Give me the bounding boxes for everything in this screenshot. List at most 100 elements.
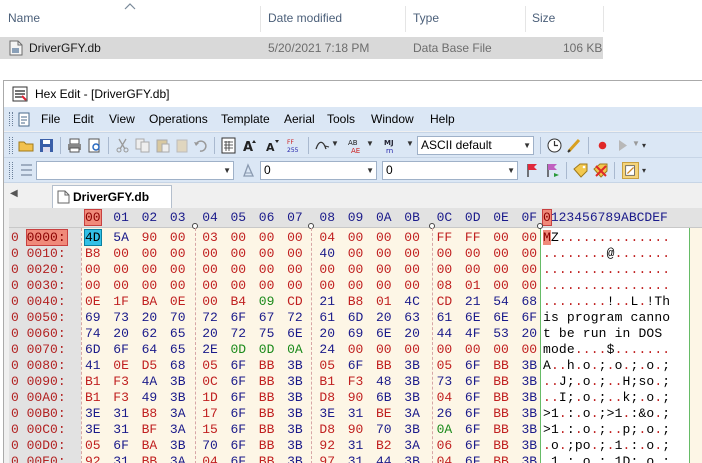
hex-byte[interactable]: 0A [437, 422, 453, 437]
dropdown-arrow-icon[interactable]: ▼ [331, 139, 339, 148]
hex-byte[interactable]: 6F [465, 422, 481, 437]
hex-byte[interactable]: 68 [522, 294, 538, 309]
hex-byte[interactable]: 24 [319, 342, 335, 357]
column-divider[interactable] [260, 6, 261, 32]
toolbar-grip[interactable] [9, 162, 13, 179]
dropdown-arrow-icon[interactable]: ▼ [406, 139, 414, 148]
sort-ascending-icon[interactable] [124, 2, 136, 10]
tab-scroll-left-icon[interactable]: ◀ [10, 188, 18, 199]
flag-icon[interactable] [524, 162, 541, 179]
hex-byte[interactable]: BB [493, 374, 509, 389]
hex-byte[interactable]: BE [376, 406, 392, 421]
copy-icon[interactable] [134, 137, 151, 154]
hex-byte[interactable]: 00 [522, 342, 538, 357]
hex-byte[interactable]: 0D [231, 342, 247, 357]
hex-editor-pane[interactable]: 00 01 02 03 04 05 06 07 08 09 0A 0B 0C 0D 0E 0F 01234567… [9, 208, 702, 463]
hex-byte[interactable]: 00 [142, 246, 158, 261]
hex-byte[interactable]: B8 [85, 246, 101, 261]
column-divider[interactable] [603, 6, 604, 32]
menu-template[interactable]: Template [221, 112, 270, 126]
ascii-text[interactable]: ........!..L.!Th [543, 294, 670, 309]
hex-byte[interactable]: 6B [376, 390, 392, 405]
hex-byte[interactable]: 0E [113, 358, 129, 373]
document-menu-icon[interactable] [17, 112, 32, 127]
hex-byte[interactable]: 20 [142, 310, 158, 325]
hex-byte[interactable]: B8 [348, 294, 364, 309]
column-date-modified[interactable]: Date modified [268, 11, 342, 25]
hex-byte[interactable]: 3A [170, 422, 186, 437]
hex-byte[interactable]: 03 [202, 230, 218, 245]
hex-byte[interactable]: 3B [522, 406, 538, 421]
hex-byte[interactable]: 00 [170, 230, 186, 245]
hex-byte[interactable]: 0D [259, 342, 275, 357]
hex-row[interactable]: 0 0060: 74 20 62 65 20 72 75 6E 20 69 6E 20 44 4F 53 20 t… [9, 326, 702, 342]
hex-byte[interactable]: 04 [319, 230, 335, 245]
hex-byte[interactable]: BB [493, 438, 509, 453]
hex-byte[interactable]: 40 [319, 246, 335, 261]
hex-byte[interactable]: 00 [404, 230, 420, 245]
file-row[interactable]: DriverGFY.db 5/20/2021 7:18 PM Data Base… [0, 37, 603, 59]
hex-byte[interactable]: 6D [85, 342, 101, 357]
hex-byte[interactable]: 00 [522, 278, 538, 293]
hex-byte[interactable]: 20 [376, 310, 392, 325]
hex-row[interactable]: 0 0050: 69 73 20 70 72 6F 67 72 61 6D 20 63 61 6E 6E 6F i… [9, 310, 702, 326]
hex-byte[interactable]: 00 [493, 262, 509, 277]
offset-select[interactable]: 0 ▼ [382, 161, 518, 180]
hex-byte[interactable]: 00 [465, 262, 481, 277]
chevron-down-icon[interactable]: ▼ [523, 137, 531, 154]
hex-byte[interactable]: 97 [319, 454, 335, 463]
clear-tags-icon[interactable] [592, 162, 609, 179]
ascii-text[interactable]: .o.;po.;.1.:.o.; [543, 438, 670, 453]
hex-byte[interactable]: D8 [319, 390, 335, 405]
hex-byte[interactable]: 3B [404, 390, 420, 405]
hex-byte[interactable]: 6F [113, 342, 129, 357]
hex-row[interactable]: 0 00A0: B1 F3 49 3B 1D 6F BB 3B D8 90 6B 3B 04 6F BB 3B.… [9, 390, 702, 406]
charset-select[interactable]: ASCII default ▼ [417, 136, 534, 155]
hex-byte[interactable]: 00 [231, 230, 247, 245]
hex-byte[interactable]: 00 [113, 278, 129, 293]
hex-byte[interactable]: 00 [348, 230, 364, 245]
hex-byte[interactable]: 6F [231, 390, 247, 405]
hex-byte[interactable]: 4D [84, 229, 102, 246]
hex-byte[interactable]: 00 [376, 262, 392, 277]
column-divider[interactable] [525, 6, 526, 32]
hex-byte[interactable]: BB [493, 406, 509, 421]
hex-byte[interactable]: 90 [348, 390, 364, 405]
hex-byte[interactable]: 00 [493, 278, 509, 293]
toolbar-grip[interactable] [9, 137, 13, 154]
hex-row[interactable]: 0 0070: 6D 6F 64 65 2E 0D 0D 0A 24 00 00 00 00 00 00 00 m… [9, 342, 702, 358]
flag-next-icon[interactable] [544, 162, 561, 179]
hex-byte[interactable]: 6F [231, 438, 247, 453]
ascii-text[interactable]: mode....$....... [543, 342, 670, 357]
hex-byte[interactable]: 54 [493, 294, 509, 309]
hex-byte[interactable]: 90 [142, 230, 158, 245]
hex-byte[interactable]: 3B [287, 406, 303, 421]
hex-byte[interactable]: 3A [404, 438, 420, 453]
hex-byte[interactable]: B1 [85, 374, 101, 389]
hex-byte[interactable]: B1 [319, 374, 335, 389]
hex-byte[interactable]: 6F [465, 454, 481, 463]
hex-byte[interactable]: 00 [348, 262, 364, 277]
hex-byte[interactable]: 6F [231, 310, 247, 325]
hex-byte[interactable]: FF [437, 230, 453, 245]
hex-byte[interactable]: 00 [348, 246, 364, 261]
column-type[interactable]: Type [413, 11, 439, 25]
hex-byte[interactable]: 00 [231, 246, 247, 261]
hex-byte[interactable]: 00 [85, 278, 101, 293]
hex-byte[interactable]: 31 [348, 454, 364, 463]
ascii-text[interactable]: .1.:.o.;.1D;.o.; [543, 454, 670, 463]
hex-byte[interactable]: 3E [319, 406, 335, 421]
hex-byte[interactable]: 08 [437, 278, 453, 293]
ascii-text[interactable]: t be run in DOS [543, 326, 670, 341]
find-replace-icon[interactable]: ABAE [348, 137, 365, 154]
ascii-text[interactable]: >1.:.o.;>1.:&o.; [543, 406, 670, 421]
hex-byte[interactable]: BB [259, 406, 275, 421]
address-select[interactable]: 0 ▼ [260, 161, 377, 180]
hex-byte[interactable]: 48 [376, 374, 392, 389]
menubar-grip[interactable] [9, 112, 13, 126]
column-group-marker[interactable] [537, 223, 543, 229]
hex-byte[interactable]: 00 [287, 246, 303, 261]
column-name[interactable]: Name [8, 11, 40, 25]
hex-byte[interactable]: 31 [348, 406, 364, 421]
paste-icon[interactable] [154, 137, 171, 154]
